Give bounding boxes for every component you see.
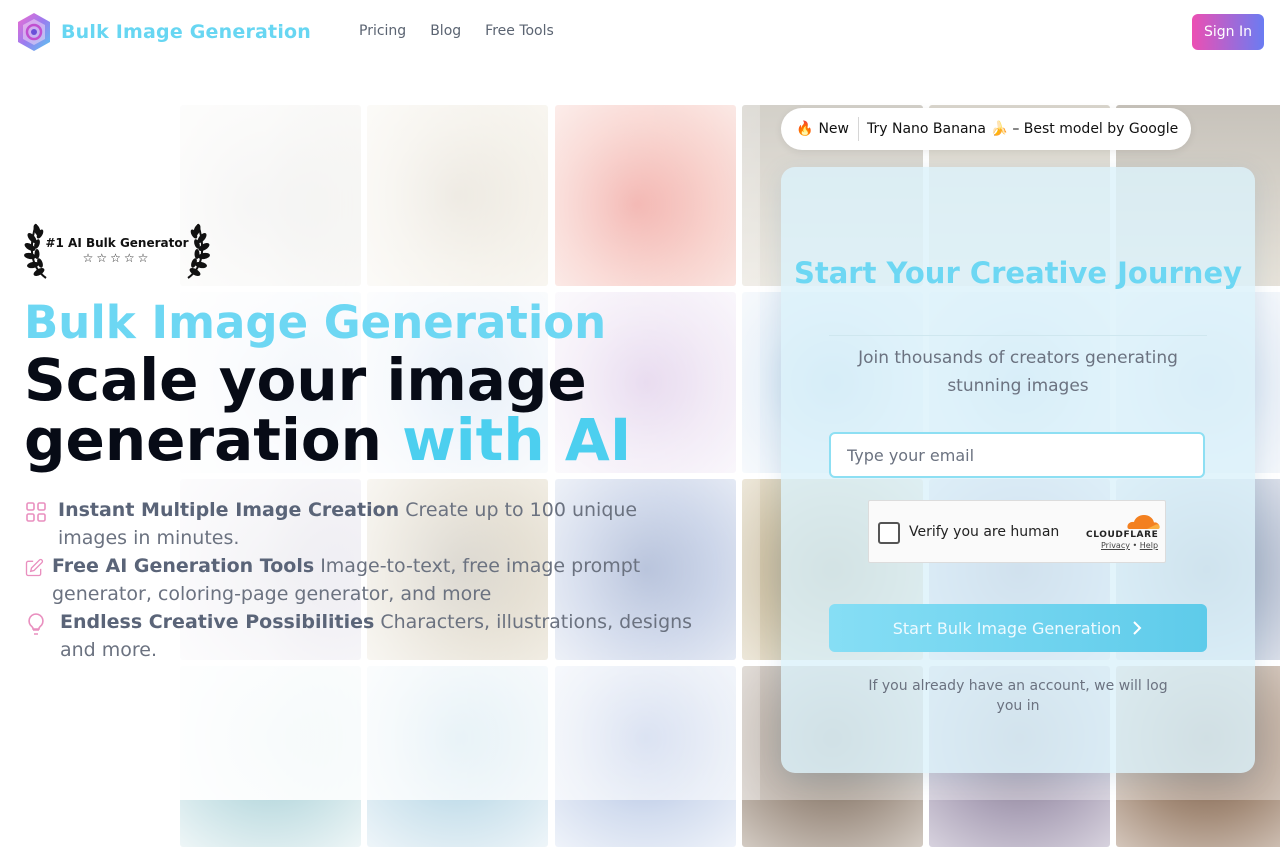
award-title: #1 AI Bulk Generator	[45, 236, 189, 250]
feature-title: Free AI Generation Tools	[52, 555, 315, 577]
captcha-widget: Verify you are human CLOUDFLARE Privacy …	[868, 500, 1166, 563]
feature-text: Instant Multiple Image Creation Create u…	[24, 496, 704, 552]
headline-line-2: generation with AI	[24, 410, 631, 470]
headline-accent: with AI	[402, 406, 632, 474]
cloudflare-icon	[1127, 515, 1160, 529]
email-input[interactable]	[829, 432, 1205, 478]
main-nav: Pricing Blog Free Tools	[359, 23, 554, 39]
award-stars: ☆☆☆☆☆	[82, 251, 152, 265]
signup-card: Start Your Creative Journey Join thousan…	[781, 167, 1255, 773]
feature-item: Free AI Generation Tools Image-to-text, …	[24, 552, 704, 608]
captcha-label: Verify you are human	[909, 524, 1060, 540]
grid-icon	[26, 502, 46, 522]
feature-title: Endless Creative Possibilities	[60, 611, 375, 633]
chevron-right-icon	[1133, 621, 1142, 635]
brand-logo[interactable]: Bulk Image Generation	[16, 12, 311, 52]
signup-subtitle: Join thousands of creators generating st…	[858, 348, 1178, 396]
feature-item: Instant Multiple Image Creation Create u…	[24, 496, 704, 552]
help-link[interactable]: Help	[1140, 541, 1158, 550]
start-generation-button[interactable]: Start Bulk Image Generation	[829, 604, 1207, 652]
privacy-link[interactable]: Privacy	[1101, 541, 1130, 550]
cloudflare-wordmark: CLOUDFLARE	[1086, 530, 1159, 540]
announcement-message: Try Nano Banana 🍌 – Best model by Google	[866, 121, 1179, 137]
lightbulb-icon	[28, 613, 44, 635]
captcha-checkbox[interactable]	[878, 522, 900, 544]
captcha-link-separator: •	[1129, 541, 1140, 550]
headline-plain: generation	[24, 406, 403, 474]
headline-line-1: Scale your image	[24, 346, 587, 414]
hero-headline: Scale your image generation with AI	[24, 350, 631, 470]
gem-logo-icon	[18, 13, 50, 51]
fire-icon: 🔥	[796, 121, 814, 137]
nav-blog[interactable]: Blog	[430, 23, 461, 39]
edit-icon	[25, 558, 44, 577]
sign-in-button[interactable]: Sign In	[1192, 14, 1264, 50]
divider	[829, 335, 1207, 336]
feature-text: Free AI Generation Tools Image-to-text, …	[24, 552, 704, 608]
cta-label: Start Bulk Image Generation	[892, 618, 1122, 638]
feature-item: Endless Creative Possibilities Character…	[24, 608, 704, 664]
feature-title: Instant Multiple Image Creation	[58, 499, 400, 521]
new-badge: 🔥 New	[796, 117, 859, 141]
announcement-pill[interactable]: 🔥 New Try Nano Banana 🍌 – Best model by …	[781, 108, 1191, 150]
nav-pricing[interactable]: Pricing	[359, 23, 406, 39]
site-header: Bulk Image Generation Pricing Blog Free …	[0, 0, 1280, 64]
award-badge: #1 AI Bulk Generator ☆☆☆☆☆	[24, 220, 210, 282]
login-note: If you already have an account, we will …	[868, 678, 1168, 714]
feature-text: Endless Creative Possibilities Character…	[24, 608, 704, 664]
nav-free-tools[interactable]: Free Tools	[485, 23, 554, 39]
new-label: New	[818, 121, 849, 137]
hero-kicker: Bulk Image Generation	[24, 296, 607, 349]
captcha-links: Privacy • Help	[1101, 541, 1158, 550]
signup-title: Start Your Creative Journey	[793, 256, 1243, 290]
brand-name: Bulk Image Generation	[61, 21, 312, 43]
feature-list: Instant Multiple Image Creation Create u…	[24, 496, 704, 664]
